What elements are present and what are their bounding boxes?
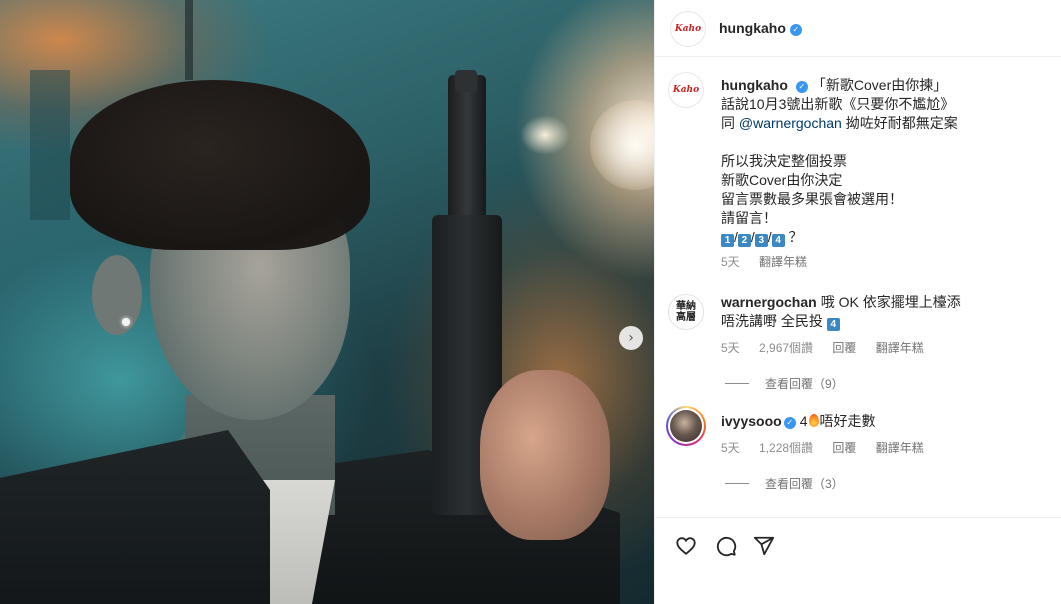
comment-line: 哦 OK 依家擺埋上檯添: [820, 294, 961, 310]
divider-line: [725, 483, 749, 484]
translate-button[interactable]: 翻譯年糕: [759, 255, 807, 269]
hair-shape: [70, 80, 370, 250]
post-header: Kaho hungkaho ✓: [655, 0, 1061, 57]
hand-shape: [480, 370, 610, 540]
translate-button[interactable]: 翻譯年糕: [876, 341, 924, 355]
view-replies-label: 查看回覆（3）: [765, 477, 844, 491]
header-username[interactable]: hungkaho ✓: [719, 20, 802, 36]
caption-line: 新歌Cover由你決定: [721, 172, 843, 188]
heart-icon[interactable]: [675, 535, 697, 557]
post-photo[interactable]: ›: [0, 0, 654, 604]
like-count[interactable]: 1,228個讚: [759, 441, 813, 455]
verified-badge-icon: ✓: [795, 81, 808, 93]
caption-line: 留言票數最多果張會被選用！: [721, 191, 903, 207]
comment-meta: 5天 1,228個讚 回覆 翻譯年糕: [721, 439, 940, 456]
comment-line: 唔洗講嘢 全民投: [721, 313, 823, 329]
view-replies-button[interactable]: 查看回覆（9）: [725, 375, 844, 392]
post-actions-bar: [655, 517, 1061, 604]
avatar[interactable]: [666, 406, 706, 446]
background-pole: [185, 0, 193, 80]
reply-button[interactable]: 回覆: [832, 441, 856, 455]
jacket-shape: [0, 430, 270, 604]
divider-line: [725, 383, 749, 384]
avatar[interactable]: 華納 高層: [668, 294, 704, 330]
comment-text: warnergochan 哦 OK 依家擺埋上檯添 唔洗講嘢 全民投 4: [721, 293, 1051, 331]
comment-line: 唔好走數: [819, 413, 876, 429]
background-light: [520, 115, 570, 155]
kaho-logo: Kaho: [672, 85, 700, 95]
view-replies-button[interactable]: 查看回覆（3）: [725, 475, 844, 492]
comment-icon[interactable]: [715, 535, 737, 557]
caption-line: 拗咗好耐都無定案: [841, 115, 958, 131]
keycap-1-icon: 1: [721, 234, 734, 247]
caption-question: ？: [788, 229, 803, 245]
avatar-inner: [668, 408, 704, 444]
caption-line: 請留言！: [721, 210, 777, 226]
caption-line: 「新歌Cover由你揀」: [811, 77, 948, 93]
keycap-3-icon: 3: [754, 234, 768, 247]
avatar-photo: [670, 410, 702, 442]
earring-shape: [122, 318, 130, 326]
caption-meta: 5天 翻譯年糕: [721, 253, 823, 270]
comments-section[interactable]: Kaho hungkaho ✓ 「新歌Cover由你揀」 話說10月3號出新歌《只要…: [655, 58, 1061, 516]
timestamp: 5天: [721, 341, 740, 355]
carousel-next-button[interactable]: ›: [619, 326, 643, 350]
keycap-2-icon: 2: [737, 234, 751, 247]
timestamp: 5天: [721, 255, 740, 269]
avatar[interactable]: Kaho: [668, 72, 704, 108]
caption-username[interactable]: hungkaho: [721, 77, 788, 93]
like-count[interactable]: 2,967個讚: [759, 341, 813, 355]
fire-icon: [808, 414, 819, 427]
post-side-panel: Kaho hungkaho ✓ Kaho hungkaho ✓ 「新歌Cover由你揀…: [654, 0, 1061, 604]
verified-badge-icon: ✓: [783, 417, 796, 429]
view-replies-label: 查看回覆（9）: [765, 377, 844, 391]
ear-shape: [92, 255, 142, 335]
comment-username[interactable]: warnergochan: [721, 294, 817, 310]
kaho-logo: Kaho: [674, 24, 702, 34]
background-window: [30, 70, 70, 220]
reply-button[interactable]: 回覆: [832, 341, 856, 355]
caption-line: 同: [721, 115, 739, 131]
gun-tip-shape: [455, 70, 477, 92]
caption-line: 所以我決定整個投票: [721, 153, 847, 169]
share-icon[interactable]: [753, 535, 775, 557]
keycap-4-icon: 4: [771, 234, 785, 247]
caption-line: 話說10月3號出新歌《只要你不尷尬》: [721, 96, 955, 112]
username-link[interactable]: hungkaho: [719, 20, 786, 36]
comment-meta: 5天 2,967個讚 回覆 翻譯年糕: [721, 339, 940, 356]
translate-button[interactable]: 翻譯年糕: [876, 441, 924, 455]
background-light: [590, 100, 654, 190]
mention-link[interactable]: @warnergochan: [739, 115, 842, 131]
keycap-4-icon: 4: [826, 318, 840, 331]
caption-text: hungkaho ✓ 「新歌Cover由你揀」 話說10月3號出新歌《只要你不尷尬》…: [721, 76, 1051, 247]
verified-badge-icon: ✓: [789, 24, 802, 36]
chevron-right-icon: ›: [628, 330, 634, 346]
comment-username[interactable]: ivyysooo: [721, 413, 782, 429]
gun-barrel-shape: [448, 75, 486, 225]
comment-line: 4: [799, 413, 808, 429]
timestamp: 5天: [721, 441, 740, 455]
comment-text: ivyysooo ✓ 4 唔好走數: [721, 412, 1051, 431]
avatar[interactable]: Kaho: [670, 11, 706, 47]
